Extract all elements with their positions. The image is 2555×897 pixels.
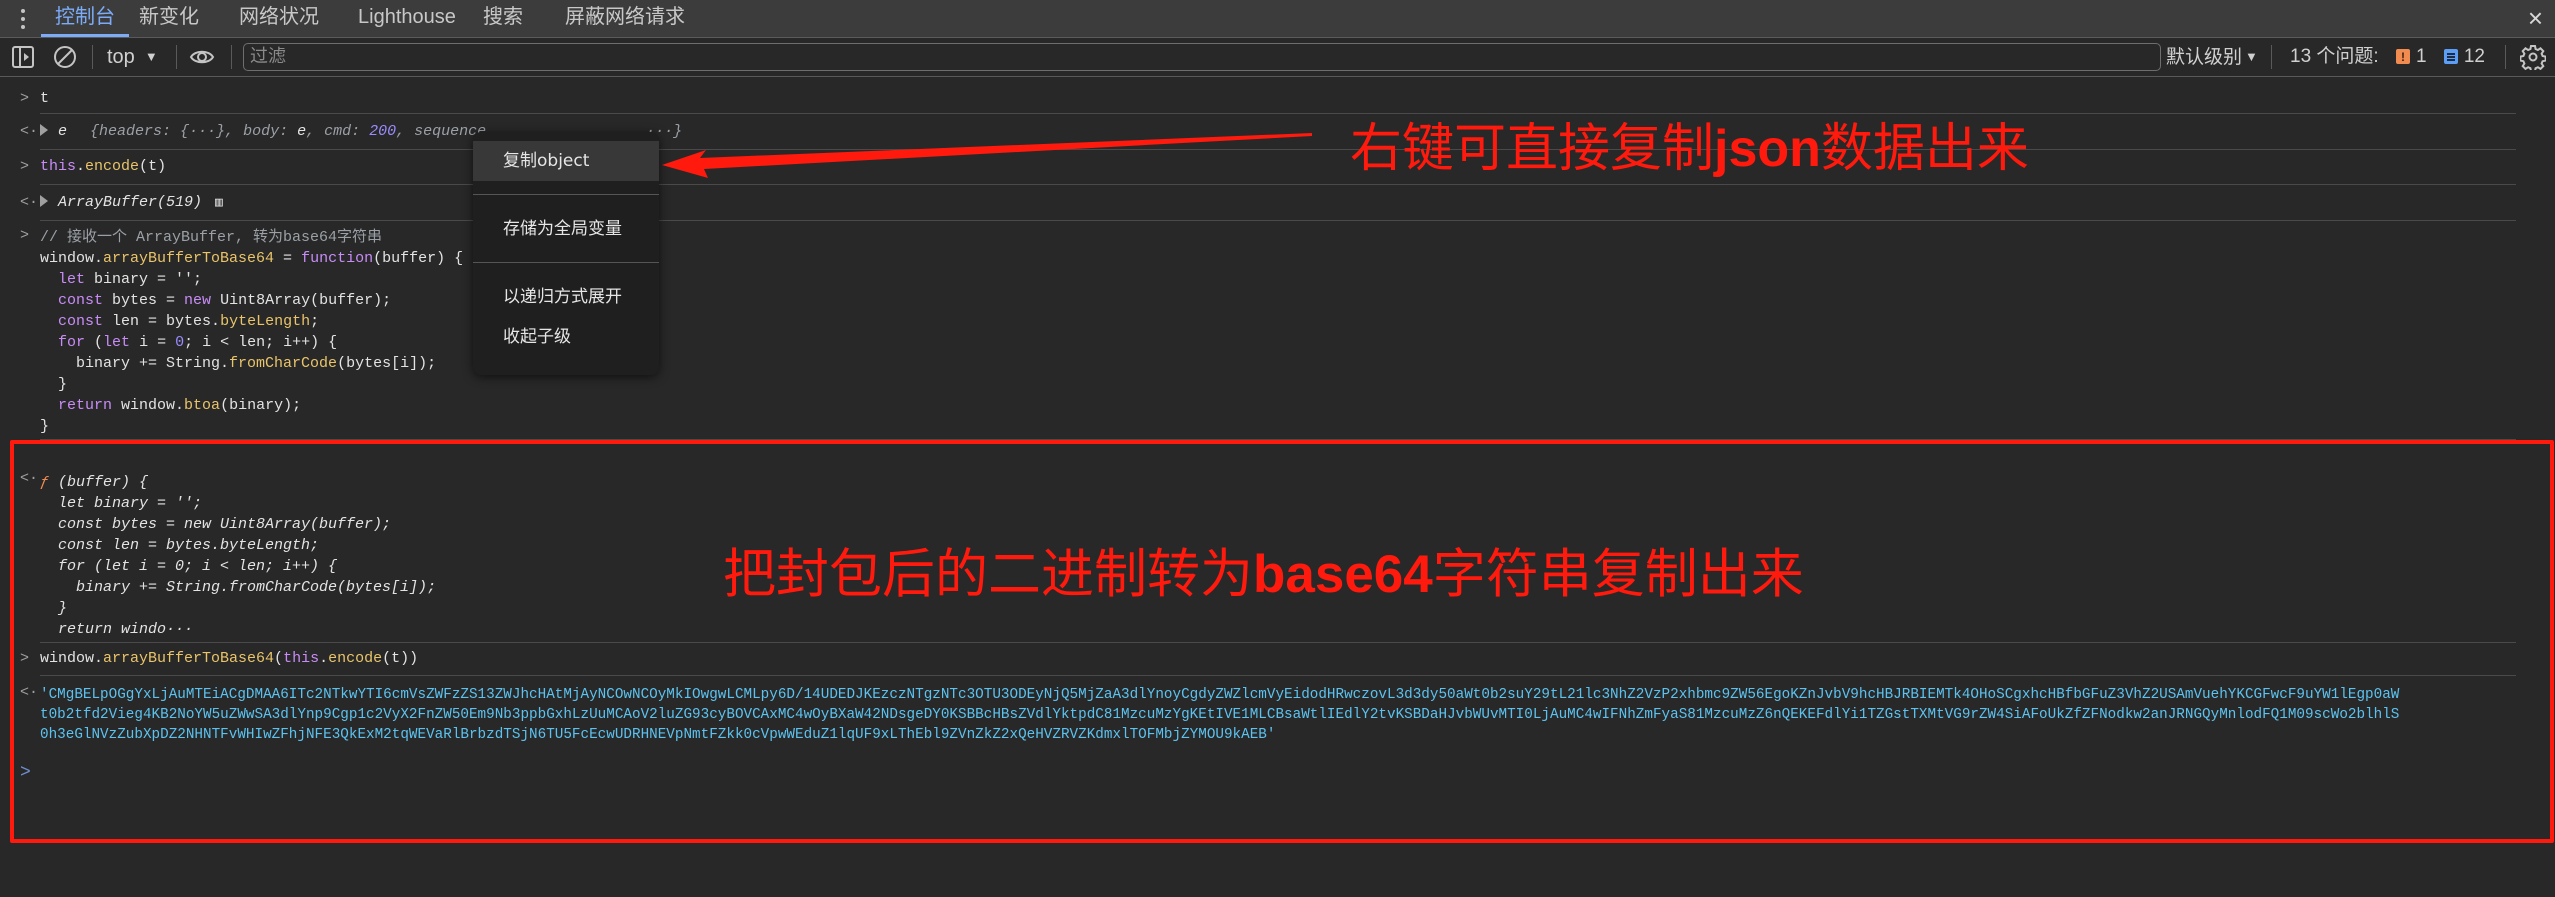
context-selector-value: top	[107, 46, 135, 68]
issues-label: 13 个问题:	[2290, 46, 2379, 67]
dropdown-caret-icon: ▼	[144, 49, 158, 64]
code-line: }	[40, 418, 50, 435]
code-line: window.arrayBufferToBase64 = function(bu…	[40, 250, 464, 267]
result-arrow-icon: <·	[20, 194, 39, 211]
menu-item-collapse-children[interactable]: 收起子级	[473, 317, 659, 357]
function-body-line: let binary = '';	[58, 495, 203, 512]
console-input-row: > t	[20, 77, 2516, 114]
settings-gear-icon[interactable]	[2520, 44, 2546, 70]
input-prompt-icon: >	[20, 227, 30, 244]
tab-lighthouse[interactable]: Lighthouse	[358, 0, 456, 37]
expand-triangle-icon[interactable]	[40, 124, 48, 136]
function-body-line: return windo···	[40, 621, 194, 638]
memory-inspector-icon[interactable]: ▥	[215, 195, 223, 210]
issues-counter[interactable]: 13 个问题: 1 12	[2290, 42, 2485, 72]
context-menu: 复制object 存储为全局变量 以递归方式展开 收起子级	[473, 132, 659, 375]
console-prompt-row[interactable]: >	[20, 753, 2516, 793]
tab-console[interactable]: 控制台	[41, 0, 129, 37]
code-line: const len = bytes.byteLength;	[58, 313, 320, 330]
result-arrow-icon: <·	[20, 684, 39, 701]
expand-triangle-icon[interactable]	[40, 195, 48, 207]
devtools-tab-bar: 控制台 新变化 网络状况 Lighthouse 搜索 屏蔽网络请求 ×	[0, 0, 2555, 38]
clear-console-icon[interactable]	[52, 44, 78, 70]
code-line: }	[58, 376, 68, 393]
log-levels-label: 默认级别	[2166, 47, 2243, 68]
filter-input[interactable]	[243, 43, 2161, 71]
issue-info-icon	[2443, 49, 2458, 64]
menu-item-copy-object[interactable]: 复制object	[473, 141, 659, 181]
more-options-icon[interactable]	[15, 7, 31, 31]
annotation-base64: 把封包后的二进制转为base64字符串复制出来	[723, 544, 1804, 605]
log-levels-dropdown[interactable]: 默认级别 ▼	[2166, 42, 2258, 73]
live-expression-eye-icon[interactable]	[189, 44, 215, 70]
menu-item-expand-recursively[interactable]: 以递归方式展开	[473, 277, 659, 317]
tab-search[interactable]: 搜索	[483, 0, 523, 37]
code-this: this	[40, 158, 77, 175]
function-signature: ƒ (buffer) {	[40, 474, 149, 491]
tab-whats-new[interactable]: 新变化	[139, 0, 199, 37]
input-prompt-icon: >	[20, 158, 30, 175]
code-line: return window.btoa(binary);	[58, 397, 302, 414]
code-comment: // 接收一个 ArrayBuffer, 转为base64字符串	[40, 229, 383, 246]
console-toolbar: top▼ 默认级别▼ 13 个问题: 1 12	[0, 38, 2555, 77]
input-prompt-icon: >	[20, 650, 30, 667]
issue-info-count: 12	[2463, 46, 2485, 67]
toolbar-divider	[2505, 45, 2506, 69]
toolbar-divider	[92, 45, 93, 69]
code-method: encode	[85, 158, 140, 175]
prompt-chevron-icon: >	[20, 763, 31, 783]
code-line: binary += String.fromCharCode(bytes[i]);	[40, 355, 437, 372]
code-input-block: // 接收一个 ArrayBuffer, 转为base64字符串 window.…	[40, 227, 2516, 437]
menu-item-store-as-global[interactable]: 存储为全局变量	[473, 209, 659, 249]
menu-divider	[473, 194, 659, 195]
result-arrow-icon: <·	[20, 470, 39, 487]
console-input-row: > // 接收一个 ArrayBuffer, 转为base64字符串 windo…	[20, 221, 2516, 440]
sidebar-toggle-icon[interactable]	[10, 44, 36, 70]
console-input-row: > window.arrayBufferToBase64(this.encode…	[20, 643, 2516, 676]
tab-network-conditions[interactable]: 网络状况	[239, 0, 319, 37]
close-drawer-icon[interactable]: ×	[2528, 4, 2543, 32]
dropdown-caret-icon: ▼	[2245, 49, 2258, 64]
tab-network-request-blocking[interactable]: 屏蔽网络请求	[565, 0, 685, 37]
result-arrow-icon: <·	[20, 123, 39, 140]
console-input-row: > this.encode(t)	[20, 150, 2516, 185]
call-input-text: window.arrayBufferToBase64(this.encode(t…	[40, 650, 419, 667]
console-messages: > t <· e {headers: {···}, body: e, cmd: …	[0, 77, 2516, 793]
toolbar-divider	[2271, 45, 2272, 69]
code-line: for (let i = 0; i < len; i++) {	[58, 334, 338, 351]
annotation-copy-json: 右键可直接复制json数据出来	[1350, 119, 2029, 179]
base64-string-result[interactable]: 'CMgBELpOGgYxLjAuMTEiACgDMAA6ITc2NTkwYTI…	[40, 685, 2516, 745]
issue-error-count: 1	[2415, 46, 2427, 67]
toolbar-divider	[176, 45, 177, 69]
function-body-line: binary += String.fromCharCode(bytes[i]);	[76, 579, 437, 596]
console-output-row[interactable]: <· ArrayBuffer(519) ▥	[20, 185, 2516, 221]
function-body-line: const bytes = new Uint8Array(buffer);	[58, 516, 392, 533]
toolbar-divider	[231, 45, 232, 69]
code-line: let binary = '';	[58, 271, 203, 288]
context-selector[interactable]: top ▼	[107, 42, 158, 72]
arraybuffer-label: ArrayBuffer(519)	[58, 194, 203, 211]
issue-error-icon	[2395, 42, 2410, 72]
function-body-line: for (let i = 0; i < len; i++) {	[58, 558, 338, 575]
input-text: t	[40, 90, 50, 107]
console-output-row[interactable]: <· e {headers: {···}, body: e, cmd: 200,…	[20, 114, 2516, 150]
function-body-line: const len = bytes.byteLength;	[58, 537, 320, 554]
code-line: const bytes = new Uint8Array(buffer);	[58, 292, 392, 309]
function-body-line: }	[58, 600, 68, 617]
code-arg: t	[148, 158, 158, 175]
object-class-name: e	[58, 123, 68, 140]
menu-divider	[473, 262, 659, 263]
console-output-row[interactable]: <· 'CMgBELpOGgYxLjAuMTEiACgDMAA6ITc2NTkw…	[20, 676, 2516, 745]
